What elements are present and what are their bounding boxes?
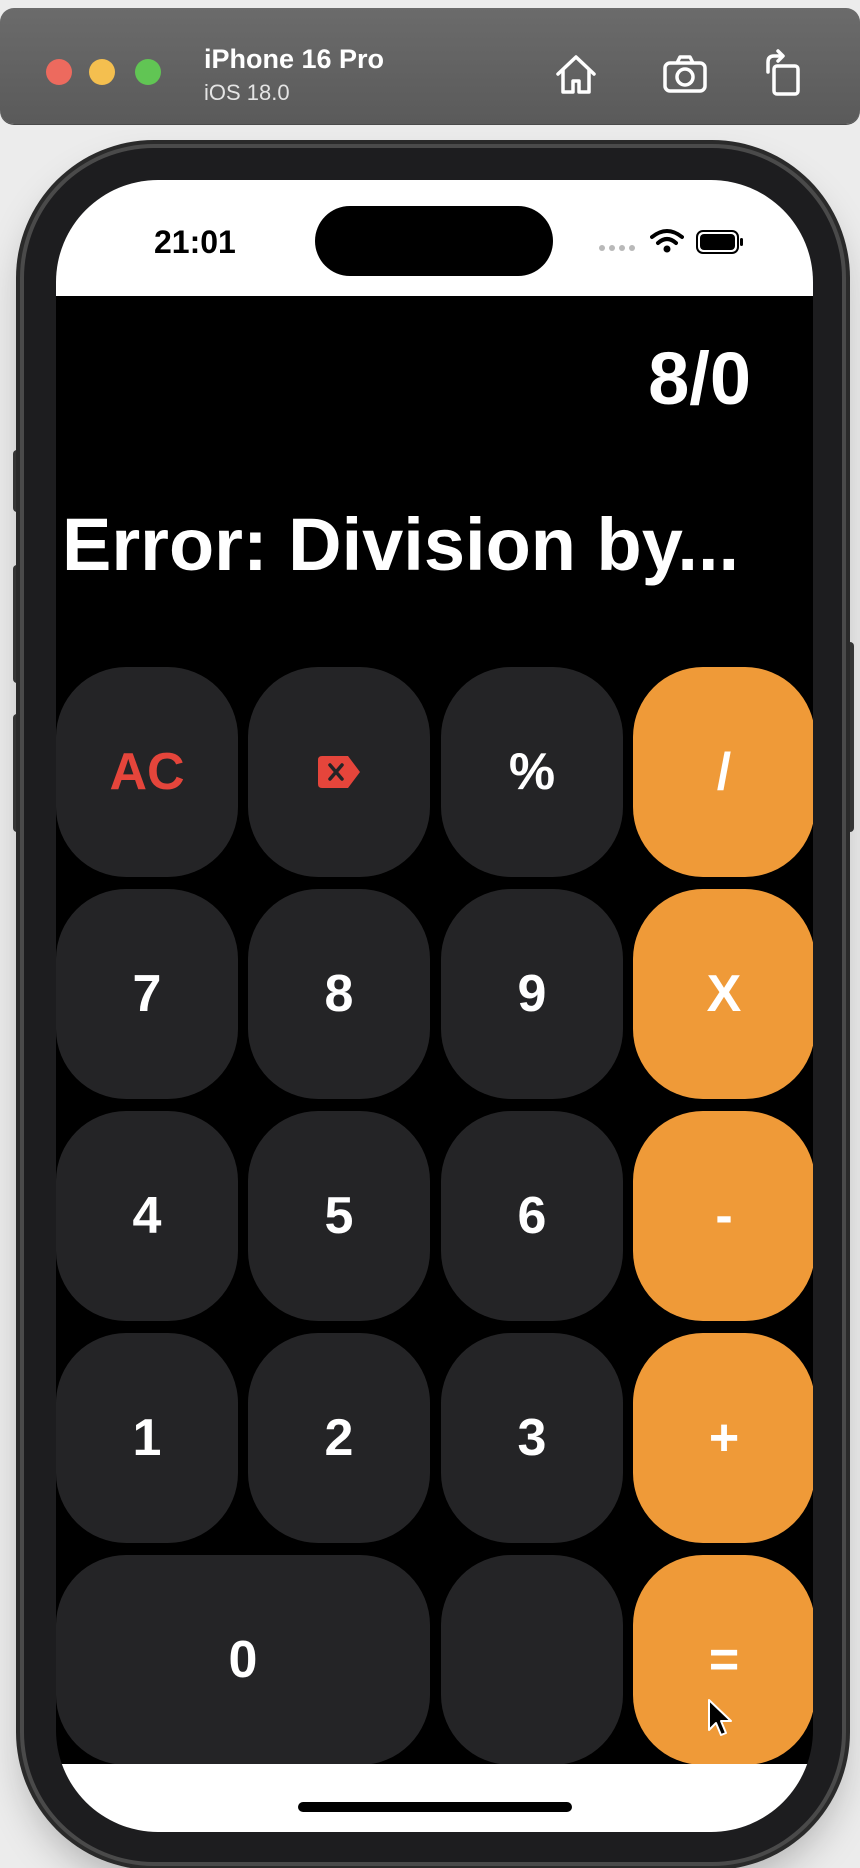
device-name: iPhone 16 Pro	[204, 44, 385, 74]
os-version: iOS 18.0	[204, 80, 290, 105]
digit-0-button[interactable]: 0	[56, 1555, 430, 1765]
action-button	[13, 450, 23, 512]
decimal-button[interactable]	[441, 1555, 623, 1765]
simulator-toolbar: iPhone 16 Pro iOS 18.0	[0, 8, 860, 124]
rotate-icon[interactable]	[758, 48, 810, 100]
minus-button[interactable]: -	[633, 1111, 813, 1321]
dynamic-island	[315, 206, 553, 276]
percent-button[interactable]: %	[441, 667, 623, 877]
digit-2-button[interactable]: 2	[248, 1333, 430, 1543]
volume-down-button	[13, 714, 23, 832]
minimize-window-button[interactable]	[89, 59, 115, 85]
plus-button[interactable]: +	[633, 1333, 813, 1543]
home-indicator-area	[56, 1764, 813, 1832]
volume-up-button	[13, 565, 23, 683]
digit-1-button[interactable]: 1	[56, 1333, 238, 1543]
divide-button[interactable]: /	[633, 667, 813, 877]
delete-button[interactable]	[248, 667, 430, 877]
result-display: Error: Division by...	[62, 503, 740, 586]
digit-7-button[interactable]: 7	[56, 889, 238, 1099]
screenshot-icon[interactable]	[659, 48, 711, 100]
phone-screen: 21:01 8/0 Error: Division by... AC % / 7…	[56, 180, 813, 1832]
digit-5-button[interactable]: 5	[248, 1111, 430, 1321]
digit-4-button[interactable]: 4	[56, 1111, 238, 1321]
wifi-icon	[650, 228, 684, 254]
home-icon[interactable]	[550, 48, 602, 100]
home-indicator[interactable]	[298, 1802, 572, 1812]
zoom-window-button[interactable]	[135, 59, 161, 85]
status-bar: 21:01	[56, 180, 813, 296]
expression-display: 8/0	[648, 337, 751, 420]
mouse-cursor-icon	[707, 1698, 733, 1738]
all-clear-button[interactable]: AC	[56, 667, 238, 877]
status-time: 21:01	[154, 224, 236, 260]
digit-8-button[interactable]: 8	[248, 889, 430, 1099]
power-button	[844, 642, 854, 832]
cellular-signal-icon	[599, 245, 639, 251]
digit-9-button[interactable]: 9	[441, 889, 623, 1099]
digit-3-button[interactable]: 3	[441, 1333, 623, 1543]
delete-icon	[318, 756, 360, 788]
close-window-button[interactable]	[46, 59, 72, 85]
battery-icon	[696, 230, 744, 254]
digit-6-button[interactable]: 6	[441, 1111, 623, 1321]
multiply-button[interactable]: X	[633, 889, 813, 1099]
